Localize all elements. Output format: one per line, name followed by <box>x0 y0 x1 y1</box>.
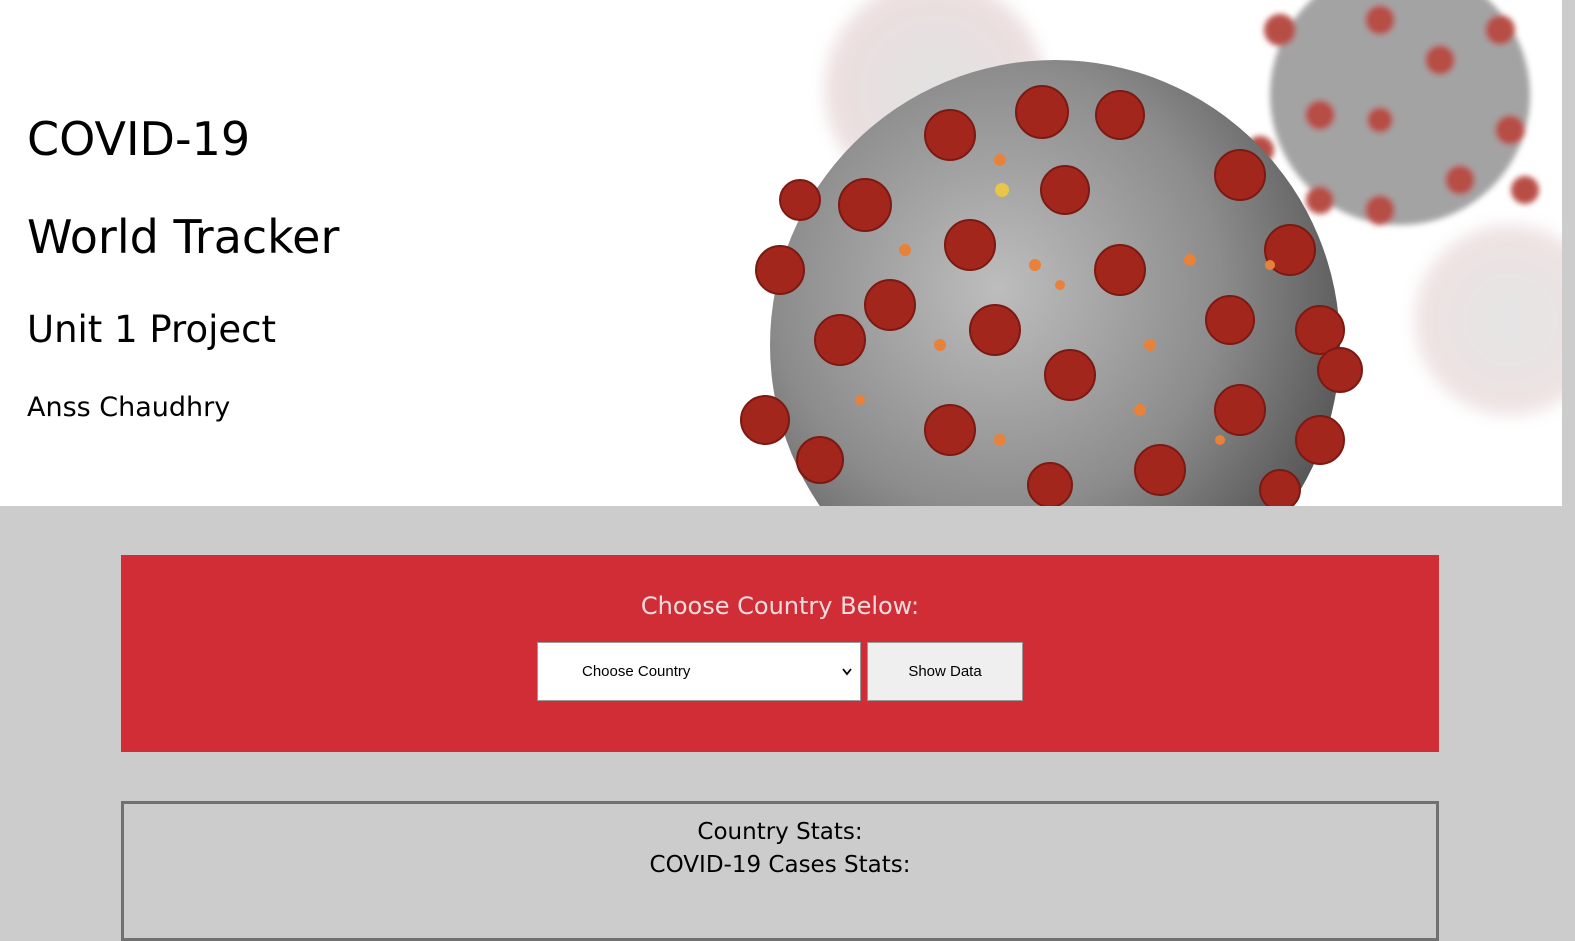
page-subtitle: Unit 1 Project <box>27 308 276 351</box>
page-title-line2: World Tracker <box>27 210 340 264</box>
country-picker-panel: Choose Country Below: Choose Country Sho… <box>121 555 1439 752</box>
country-select[interactable]: Choose Country <box>537 642 861 701</box>
header-banner: COVID-19 World Tracker Unit 1 Project An… <box>0 0 1562 506</box>
picker-prompt: Choose Country Below: <box>640 592 920 620</box>
coronavirus-illustration <box>740 0 1562 506</box>
country-select-value: Choose Country <box>582 663 691 680</box>
background-virus-right <box>1415 225 1562 415</box>
chevron-down-icon <box>842 668 852 676</box>
page-title-line1: COVID-19 <box>27 112 251 166</box>
show-data-button[interactable]: Show Data <box>867 642 1023 701</box>
stats-box: Country Stats: COVID-19 Cases Stats: <box>121 801 1439 941</box>
country-stats-label: Country Stats: <box>697 819 863 845</box>
author-name: Anss Chaudhry <box>27 392 231 423</box>
cases-stats-label: COVID-19 Cases Stats: <box>649 852 911 878</box>
